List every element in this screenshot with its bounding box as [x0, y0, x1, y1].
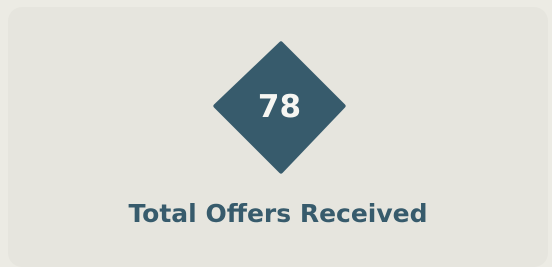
offers-count: 78: [257, 89, 302, 125]
stat-label: Total Offers Received: [128, 199, 428, 228]
